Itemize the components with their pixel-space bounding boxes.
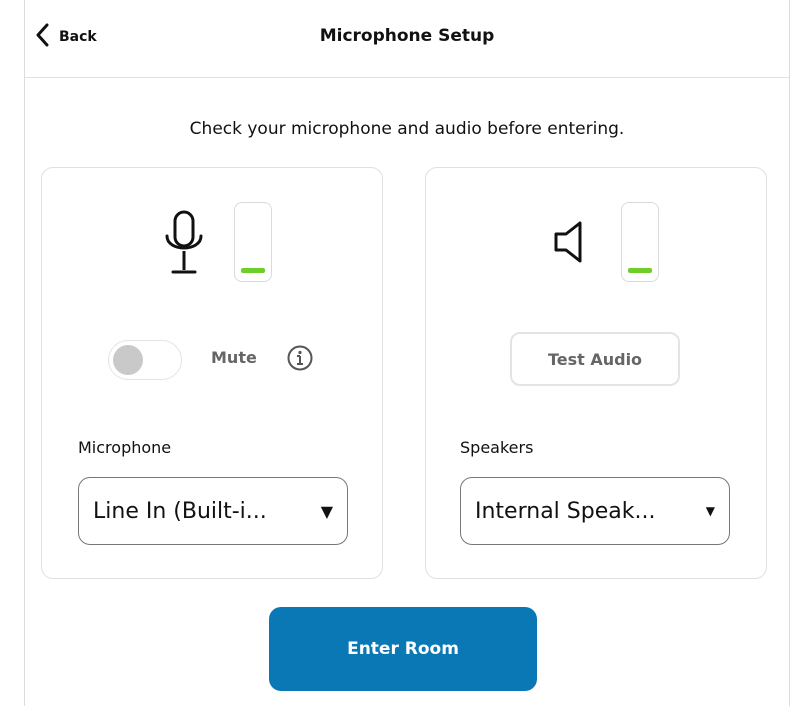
microphone-selected-value: Line In (Built-i... bbox=[93, 498, 267, 524]
test-audio-button[interactable]: Test Audio bbox=[510, 332, 680, 386]
speakers-selected-value: Internal Speak... bbox=[475, 498, 656, 524]
enter-room-button[interactable]: Enter Room bbox=[269, 607, 537, 691]
caret-down-icon: ▼ bbox=[705, 504, 715, 518]
microphone-icon bbox=[164, 210, 204, 280]
speakers-select[interactable]: Internal Speak... ▼ bbox=[460, 477, 730, 545]
microphone-level-fill bbox=[241, 268, 265, 273]
speaker-level-fill bbox=[628, 268, 652, 273]
microphone-field-label: Microphone bbox=[78, 438, 172, 457]
microphone-level-meter bbox=[234, 202, 272, 282]
microphone-select[interactable]: Line In (Built-i... ▼ bbox=[78, 477, 348, 545]
instructions-text: Check your microphone and audio before e… bbox=[189, 119, 625, 139]
mute-toggle[interactable] bbox=[108, 340, 182, 380]
caret-down-icon: ▼ bbox=[320, 501, 333, 521]
setup-window: Back Microphone Setup Check your microph… bbox=[24, 0, 790, 706]
speakers-panel: Test Audio Speakers Internal Speak... ▼ bbox=[425, 167, 767, 579]
mute-label: Mute bbox=[211, 348, 257, 367]
header-bar: Back Microphone Setup bbox=[25, 0, 789, 78]
page-title: Microphone Setup bbox=[319, 26, 495, 46]
info-icon[interactable] bbox=[286, 344, 314, 376]
microphone-panel: Mute Microphone Line In (Built-i... ▼ bbox=[41, 167, 383, 579]
speakers-field-label: Speakers bbox=[460, 438, 534, 457]
toggle-knob bbox=[113, 345, 143, 375]
speaker-level-meter bbox=[621, 202, 659, 282]
speaker-icon bbox=[552, 220, 592, 268]
